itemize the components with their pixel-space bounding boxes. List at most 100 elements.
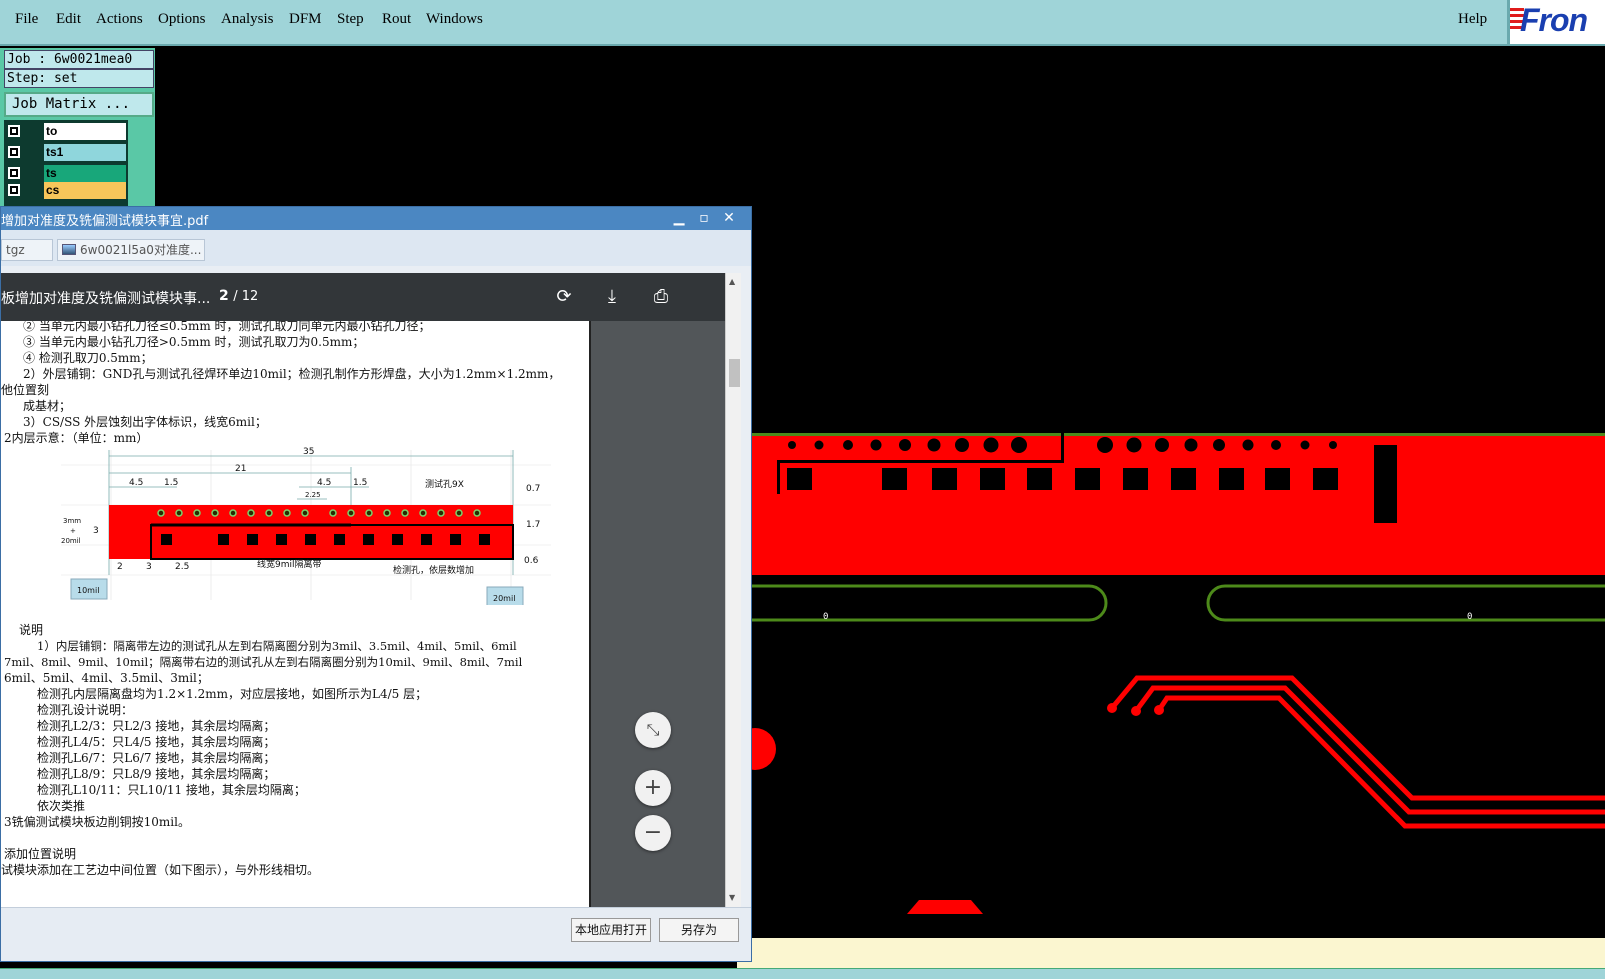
dim-label: 1.5	[164, 478, 178, 488]
copper-area	[737, 525, 1397, 575]
dim-label: 2.5	[175, 562, 189, 572]
copper-strip	[737, 433, 1605, 575]
pdf-viewer-window: 增加对准度及铣偏测试模块事宜.pdf ▁ ▫ ✕ tgz 6w0021l5a0对…	[0, 206, 752, 962]
text-line: 他位置刻	[1, 383, 50, 397]
menu-analysis[interactable]: Analysis	[221, 11, 274, 28]
layer-name[interactable]: ts1	[44, 144, 126, 161]
text-line: 检测孔设计说明：	[37, 703, 134, 717]
text-line: 成基材；	[23, 399, 72, 413]
layer-row[interactable]: ts	[8, 165, 126, 182]
menu-windows[interactable]: Windows	[426, 11, 483, 28]
download-icon[interactable]: ⤓	[600, 285, 624, 309]
trace-pad	[1154, 705, 1164, 715]
text-line: 3）CS/SS 外层蚀刻出字体标识，线宽6mil；	[23, 415, 267, 429]
menu-edit[interactable]: Edit	[56, 11, 81, 28]
text-line: 7mil、8mil、9mil、10mil；隔离带右边的测试孔从左到右隔离圈分别为…	[4, 655, 523, 669]
print-icon[interactable]: ⎙	[649, 285, 673, 309]
menu-help[interactable]: Help	[1458, 11, 1487, 28]
layer-checkbox[interactable]	[8, 125, 20, 137]
step-name: Step: set	[4, 69, 154, 88]
menu-file[interactable]: File	[15, 11, 38, 28]
tab-label: 6w0021l5a0对准度...	[80, 243, 202, 257]
dim-label: 3	[93, 526, 99, 536]
diagram-label: +	[70, 527, 76, 535]
text-line: 添加位置说明	[4, 847, 77, 861]
pdf-doc-title: 板增加对准度及铣偏测试模块事...	[1, 291, 211, 307]
minimize-icon[interactable]: ▁	[669, 209, 689, 227]
layer-checkbox[interactable]	[8, 146, 20, 158]
menu-rout[interactable]: Rout	[382, 11, 411, 28]
text-line: 说明	[19, 623, 44, 637]
logo-text: Fron	[1520, 2, 1588, 38]
page-total: / 12	[233, 289, 259, 304]
board-outline	[737, 433, 1605, 436]
open-local-button[interactable]: 本地应用打开	[571, 918, 651, 942]
page-current[interactable]: 2	[219, 288, 229, 304]
layer-row[interactable]: ts1	[8, 144, 126, 161]
text-line: ② 当单元内最小钻孔刀径≤0.5mm 时，测试孔取刀同单元内最小钻孔刀径；	[23, 321, 431, 333]
dim-label: 1.5	[353, 478, 367, 488]
text-line: 检测孔L6/7：只L6/7 接地，其余层均隔离；	[37, 751, 276, 765]
pdf-viewer: 板增加对准度及铣偏测试模块事... 2 / 12 ⟳ ⤓ ⎙ ② 当单元内最小钻…	[1, 273, 725, 907]
diagram-label: 20mil	[61, 537, 81, 545]
brand-logo: Fron	[1507, 0, 1605, 44]
zoom-out-icon[interactable]: −	[635, 815, 671, 851]
dim-label: 4.5	[129, 478, 143, 488]
layer-row[interactable]: to	[8, 123, 126, 140]
menu-dfm[interactable]: DFM	[289, 11, 322, 28]
text-line: 3铣偏测试模块板边削铜按10mil。	[4, 815, 190, 829]
menu-bar: File Edit Actions Options Analysis DFM S…	[0, 0, 1605, 46]
tab-tgz[interactable]: tgz	[1, 239, 53, 261]
scroll-down-icon[interactable]: ▼	[729, 893, 735, 902]
rotate-icon[interactable]: ⟳	[552, 285, 576, 309]
outline-slot-right	[1206, 584, 1605, 622]
canvas-bottom-strip	[737, 938, 1605, 968]
dim-label: 4.5	[317, 478, 331, 488]
fit-page-icon[interactable]: ⤡	[635, 712, 671, 748]
save-as-button[interactable]: 另存为	[659, 918, 739, 942]
pdf-footer: 本地应用打开 另存为	[1, 907, 751, 961]
diagram-label: 线宽9mil隔离带	[257, 558, 322, 570]
pdf-tab-bar: tgz 6w0021l5a0对准度...	[1, 230, 751, 266]
menu-options[interactable]: Options	[158, 11, 206, 28]
isolation-line	[777, 460, 780, 494]
text-line: 2内层示意：（单位：mm）	[4, 431, 149, 445]
scroll-thumb[interactable]	[729, 359, 740, 387]
text-line: 检测孔L8/9：只L8/9 接地，其余层均隔离；	[37, 767, 276, 781]
layer-checkbox[interactable]	[8, 167, 20, 179]
menu-step[interactable]: Step	[337, 11, 364, 28]
maximize-icon[interactable]: ▫	[694, 209, 714, 227]
text-line: 依次类推	[37, 799, 86, 813]
isolation-line	[777, 460, 1061, 463]
job-panel: Job : 6w0021mea0 Step: set Job Matrix ..…	[0, 48, 155, 210]
test-module-diagram: 35 21 4.5 1.5 4.5 1.5 2.25 0.7 1.7 0.6 3…	[61, 447, 551, 605]
text-line: 检测孔L2/3：只L2/3 接地，其余层均隔离；	[37, 719, 276, 733]
dim-label: 2.25	[305, 491, 321, 499]
layer-name[interactable]: to	[44, 123, 126, 140]
image-icon	[62, 244, 76, 255]
job-matrix-button[interactable]: Job Matrix ...	[4, 92, 154, 117]
zoom-in-icon[interactable]: +	[635, 770, 671, 806]
pcb-canvas[interactable]: 0 0	[737, 48, 1605, 928]
layer-checkbox[interactable]	[8, 184, 20, 196]
trace-pad	[1107, 703, 1117, 713]
close-icon[interactable]: ✕	[719, 209, 739, 227]
pdf-window-title: 增加对准度及铣偏测试模块事宜.pdf	[1, 214, 209, 229]
scroll-up-icon[interactable]: ▲	[729, 277, 735, 286]
outline-slot-left	[737, 584, 1108, 622]
gap	[1374, 445, 1397, 523]
trace-pad	[1131, 706, 1141, 716]
origin-mark: 0	[1467, 612, 1472, 622]
copper-area	[1397, 445, 1605, 525]
layer-list: to ts1 ts cs	[4, 120, 128, 210]
menu-actions[interactable]: Actions	[96, 11, 143, 28]
layer-name[interactable]: ts	[44, 165, 126, 182]
text-line: ④ 检测孔取刀0.5mm；	[23, 351, 153, 365]
pdf-window-titlebar[interactable]: 增加对准度及铣偏测试模块事宜.pdf ▁ ▫ ✕	[1, 207, 751, 230]
layer-name[interactable]: cs	[44, 182, 126, 199]
pdf-page: ② 当单元内最小钻孔刀径≤0.5mm 时，测试孔取刀同单元内最小钻孔刀径； ③ …	[1, 321, 591, 907]
pdf-scrollbar[interactable]: ▲ ▼	[725, 273, 741, 907]
tab-image[interactable]: 6w0021l5a0对准度...	[57, 239, 205, 261]
layer-row[interactable]: cs	[8, 182, 126, 199]
text-line: 检测孔L10/11：只L10/11 接地，其余层均隔离；	[37, 783, 306, 797]
